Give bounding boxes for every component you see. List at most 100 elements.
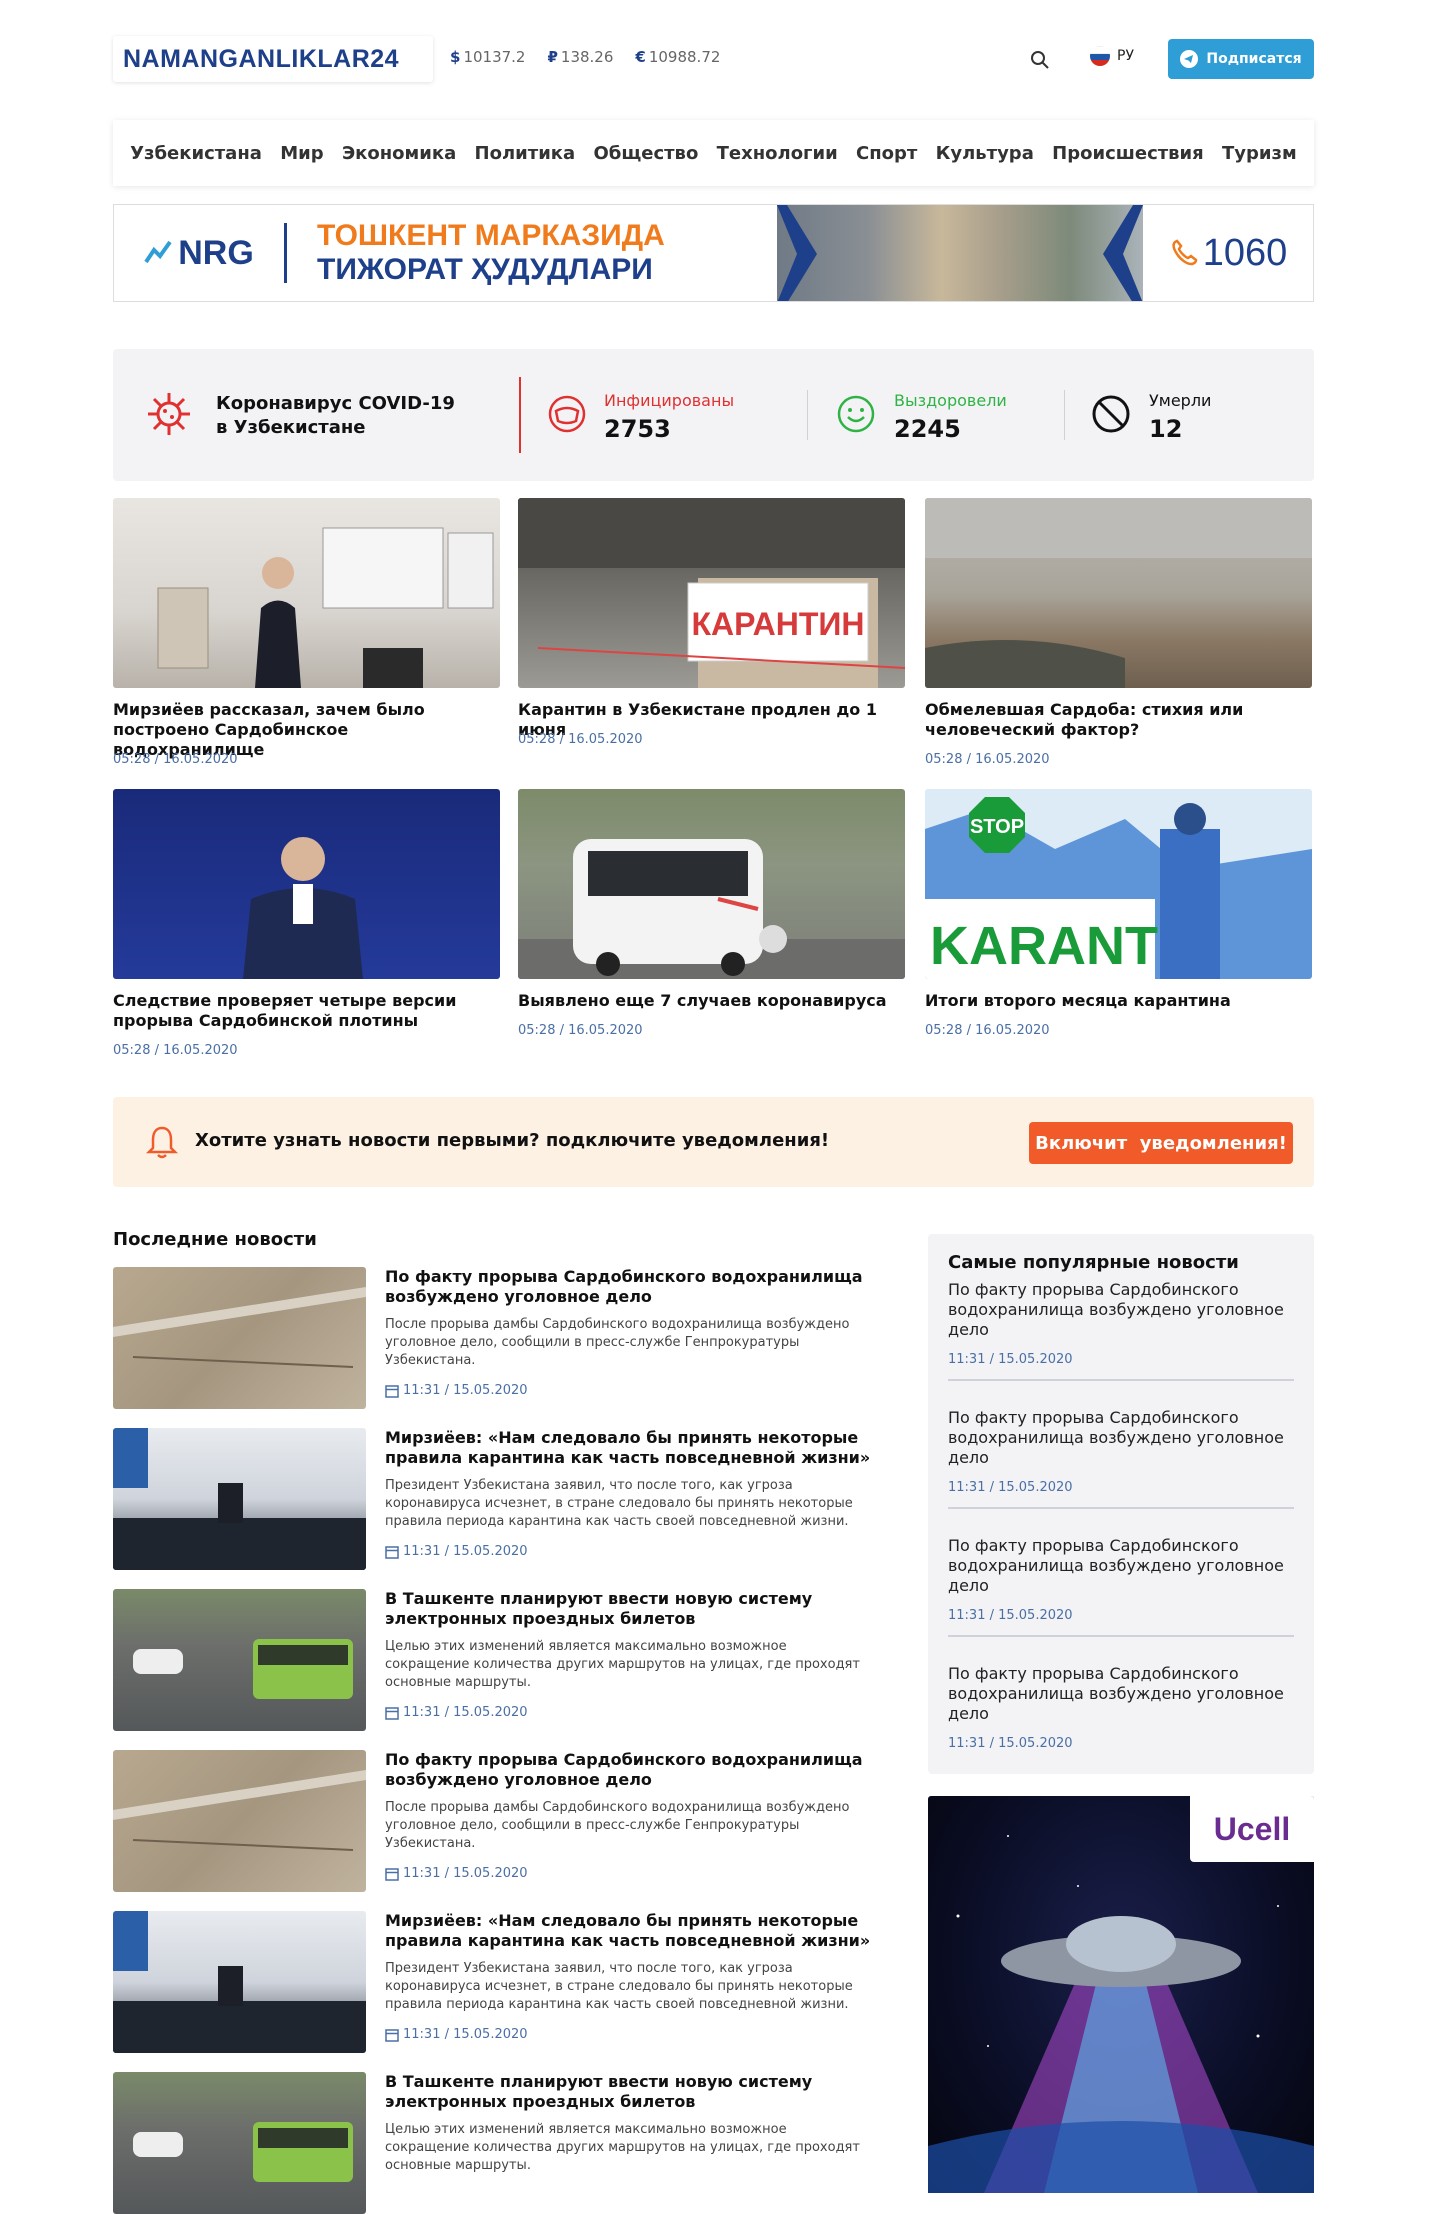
latest-news-desc: После прорыва дамбы Сардобинского водохр… (385, 1317, 850, 1368)
subscribe-button[interactable]: Подписатся (1168, 39, 1314, 79)
latest-news-image[interactable] (113, 1428, 366, 1570)
news-card-date: 05:28 / 16.05.2020 (518, 732, 643, 747)
nav-item-technology[interactable]: Технологии (717, 143, 838, 164)
nav-item-society[interactable]: Общество (593, 143, 698, 164)
rate-eur: €10988.72 (635, 48, 721, 66)
svg-text:STOP: STOP (970, 816, 1024, 838)
notification-prompt: Хотите узнать новости первыми? подключит… (113, 1097, 1314, 1187)
nav-item-uzbekistan[interactable]: Узбекистана (130, 143, 262, 164)
covid-stats: Коронавирус COVID-19 в Узбекистане Инфици… (113, 349, 1314, 481)
calendar-icon (385, 1545, 399, 1559)
news-card-image[interactable] (113, 498, 500, 688)
news-card-title[interactable]: Выявлено еще 7 случаев коронавируса (518, 991, 905, 1011)
news-card-title[interactable]: Итоги второго месяца карантина (925, 991, 1312, 1011)
mask-icon (548, 395, 586, 433)
news-card-title[interactable]: Обмелевшая Сардоба: стихия или человечес… (925, 700, 1312, 740)
banner-line1: ТОШКЕНТ МАРКАЗИДА (317, 219, 665, 252)
nrg-logo: NRG (114, 223, 287, 283)
news-card-date: 05:28 / 16.05.2020 (113, 1043, 238, 1058)
smile-icon (837, 395, 875, 433)
latest-news-date: 11:31 / 15.05.2020 (385, 1383, 528, 1398)
nav-item-tourism[interactable]: Туризм (1222, 143, 1297, 164)
latest-news-date: 11:31 / 15.05.2020 (385, 1544, 528, 1559)
main-nav: Узбекистана Мир Экономика Политика Общес… (113, 120, 1314, 186)
banner-photo (777, 205, 1143, 301)
latest-news-desc: Президент Узбекистана заявил, что после … (385, 1961, 853, 2012)
ucell-logo: Ucell (1190, 1796, 1314, 1862)
latest-news-title[interactable]: Мирзиёев: «Нам следовало бы принять неко… (385, 1428, 895, 1468)
latest-news-desc: После прорыва дамбы Сардобинского водохр… (385, 1800, 850, 1851)
latest-news-title[interactable]: По факту прорыва Сардобинского водохрани… (385, 1750, 895, 1790)
nav-item-politics[interactable]: Политика (475, 143, 576, 164)
nav-item-world[interactable]: Мир (280, 143, 323, 164)
popular-news-title: Самые популярные новости (948, 1252, 1239, 1273)
popular-news-item[interactable]: По факту прорыва Сардобинского водохрани… (948, 1408, 1294, 1509)
infected-label: Инфицированы (604, 391, 735, 410)
latest-news-title: Последние новости (113, 1229, 317, 1250)
nav-item-economy[interactable]: Экономика (342, 143, 456, 164)
news-card-image[interactable]: KARANTIN STOP (925, 789, 1312, 979)
popular-news-item[interactable]: По факту прорыва Сардобинского водохрани… (948, 1536, 1294, 1637)
popular-news: Самые популярные новости По факту прорыв… (928, 1234, 1314, 1774)
rate-rub: ₽138.26 (547, 48, 614, 66)
covid-title: Коронавирус COVID-19 в Узбекистане (216, 393, 455, 438)
latest-news-image[interactable] (113, 1267, 366, 1409)
enable-notifications-button[interactable]: Включит уведомления! (1029, 1122, 1293, 1164)
banner-phone: 1060 (1143, 205, 1313, 301)
latest-news-date: 11:31 / 15.05.2020 (385, 2027, 528, 2042)
popular-news-item[interactable]: По факту прорыва Сардобинского водохрани… (948, 1280, 1294, 1381)
died-label: Умерли (1149, 391, 1212, 410)
latest-news-image[interactable] (113, 1911, 366, 2053)
stat-divider (807, 390, 808, 440)
calendar-icon (385, 2028, 399, 2042)
russia-flag-icon (1090, 46, 1110, 66)
news-card-date: 05:28 / 16.05.2020 (925, 752, 1050, 767)
ad-banner-nrg[interactable]: NRG ТОШКЕНТ МАРКАЗИДА ТИЖОРАТ ҲУДУДЛАРИ … (113, 204, 1314, 302)
site-logo[interactable]: NAMANGANLIKLAR24 (113, 36, 433, 82)
latest-news-desc: Целью этих изменений является максимальн… (385, 1639, 860, 1690)
news-card-image[interactable] (925, 498, 1312, 688)
news-card-image[interactable]: КАРАНТИН (518, 498, 905, 688)
recovered-count: 2245 (894, 415, 961, 443)
notify-text: Хотите узнать новости первыми? подключит… (195, 1130, 830, 1151)
nav-item-incidents[interactable]: Происшествия (1052, 143, 1204, 164)
banner-line2: ТИЖОРАТ ҲУДУДЛАРИ (317, 253, 653, 286)
language-selector[interactable]: РУ (1090, 46, 1134, 66)
infected-count: 2753 (604, 415, 671, 443)
rate-usd: $10137.2 (450, 48, 526, 66)
covid-divider (519, 377, 521, 453)
subscribe-label: Подписатся (1206, 51, 1302, 67)
calendar-icon (385, 1706, 399, 1720)
died-count: 12 (1149, 415, 1183, 443)
search-icon[interactable] (1028, 48, 1052, 72)
news-card-title[interactable]: Мирзиёев рассказал, зачем было построено… (113, 700, 500, 760)
news-card-image[interactable] (113, 789, 500, 979)
nav-item-culture[interactable]: Культура (936, 143, 1034, 164)
latest-news-image[interactable] (113, 1750, 366, 1892)
stat-divider (1064, 390, 1065, 440)
nav-item-sport[interactable]: Спорт (856, 143, 917, 164)
latest-news-desc: Целью этих изменений является максимальн… (385, 2122, 860, 2173)
news-card-date: 05:28 / 16.05.2020 (518, 1023, 643, 1038)
recovered-label: Выздоровели (894, 391, 1007, 410)
latest-news-date: 11:31 / 15.05.2020 (385, 1705, 528, 1720)
currency-rates: $10137.2 ₽138.26 €10988.72 (450, 48, 720, 66)
news-card-title[interactable]: Следствие проверяет четыре версии прорыв… (113, 991, 500, 1031)
latest-news-date: 11:31 / 15.05.2020 (385, 1866, 528, 1881)
latest-news-title[interactable]: В Ташкенте планируют ввести новую систем… (385, 1589, 895, 1629)
phone-icon (1172, 239, 1197, 266)
latest-news-desc: Президент Узбекистана заявил, что после … (385, 1478, 853, 1529)
latest-news-image[interactable] (113, 1589, 366, 1731)
news-card-image[interactable] (518, 789, 905, 979)
calendar-icon (385, 1384, 399, 1398)
latest-news-title[interactable]: Мирзиёев: «Нам следовало бы принять неко… (385, 1911, 895, 1951)
latest-news-title[interactable]: В Ташкенте планируют ввести новую систем… (385, 2072, 895, 2112)
news-card-date: 05:28 / 16.05.2020 (113, 752, 238, 767)
latest-news-title[interactable]: По факту прорыва Сардобинского водохрани… (385, 1267, 895, 1307)
telegram-icon (1180, 50, 1199, 68)
virus-icon (148, 393, 190, 435)
bell-icon (145, 1126, 179, 1159)
popular-news-item[interactable]: По факту прорыва Сардобинского водохрани… (948, 1664, 1294, 1751)
prohibited-icon (1092, 395, 1130, 433)
ad-banner-ucell[interactable]: Ucell (928, 1796, 1314, 2193)
